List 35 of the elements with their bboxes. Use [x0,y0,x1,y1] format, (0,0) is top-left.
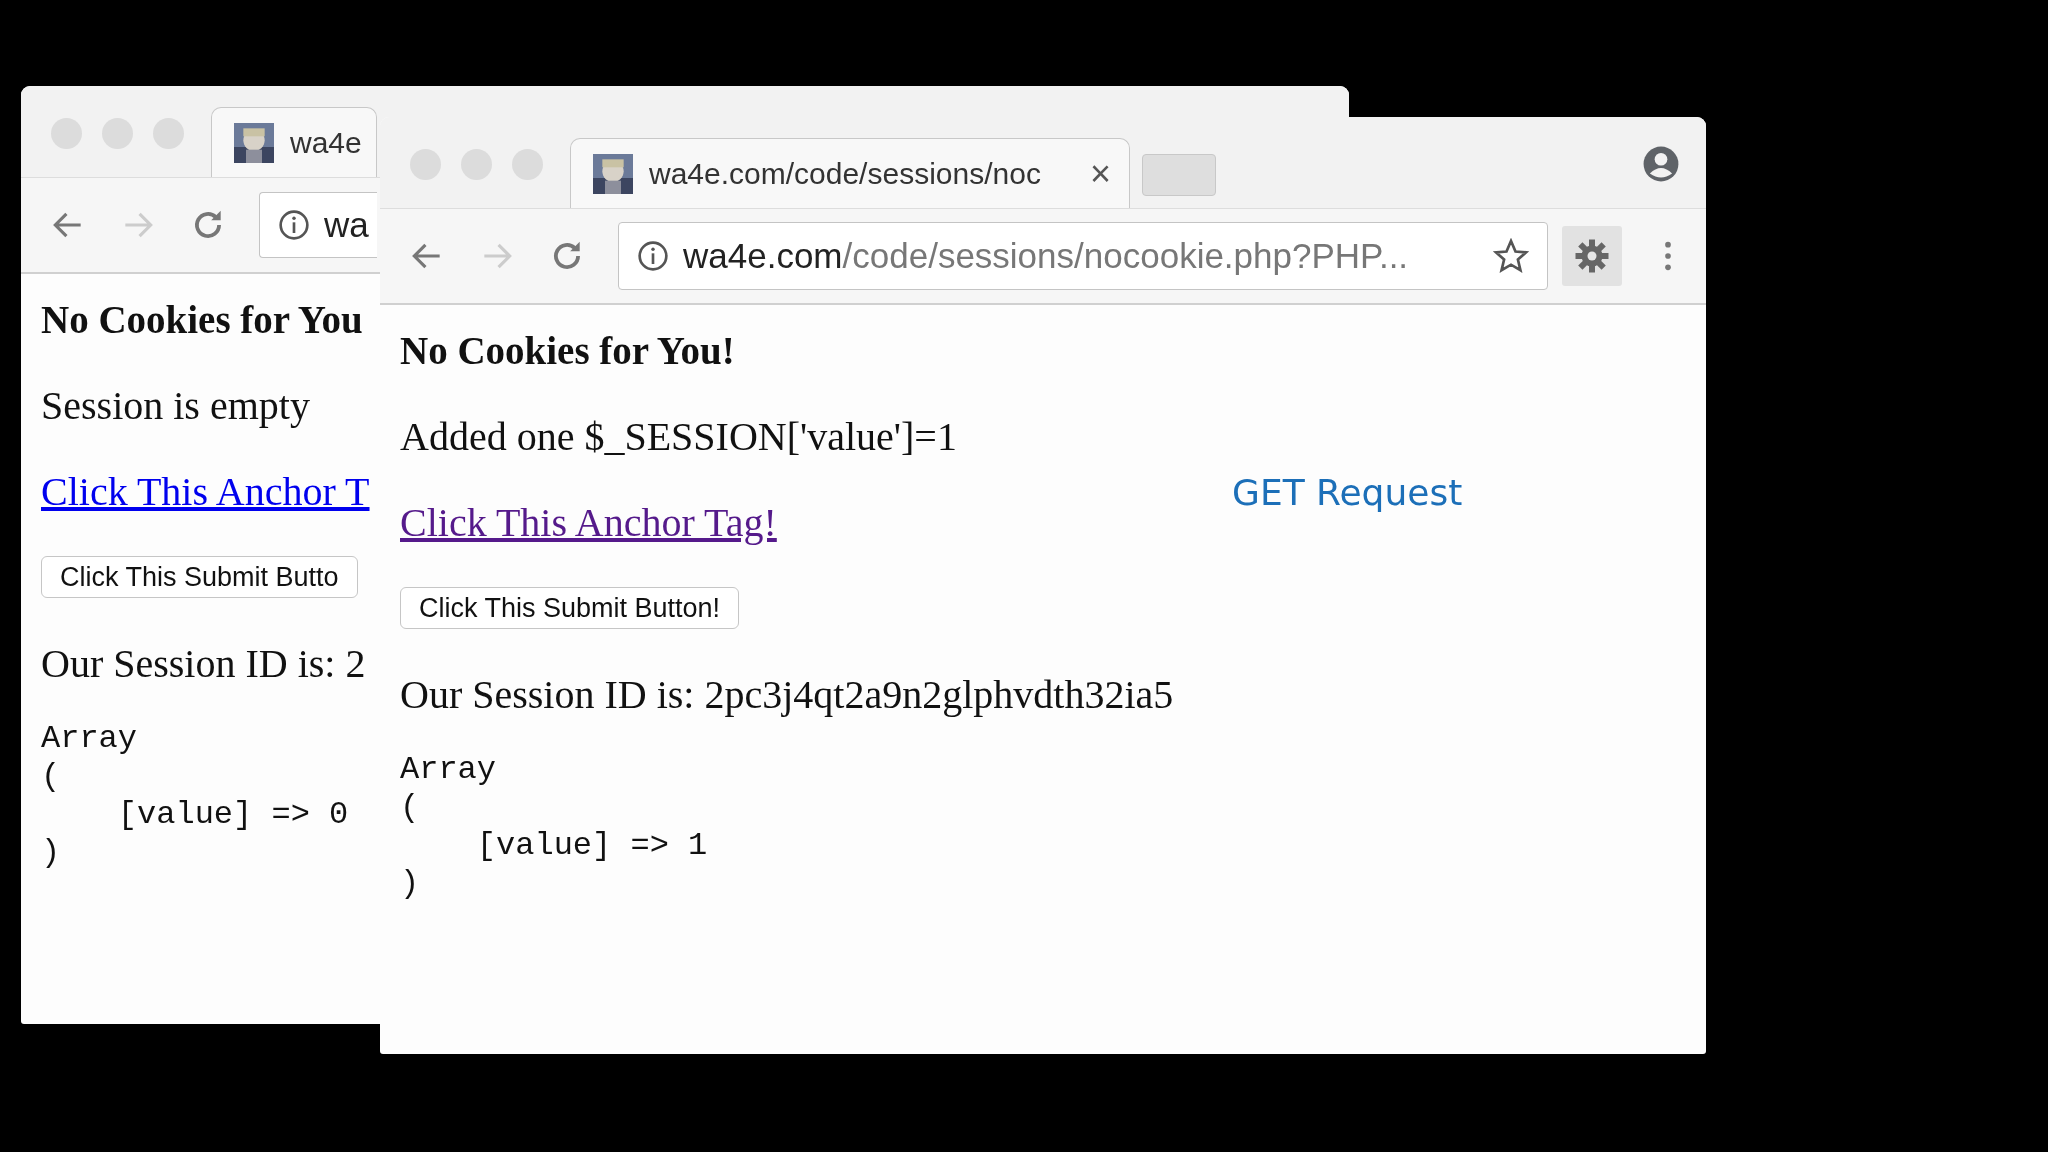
info-icon[interactable] [637,240,669,272]
tab-title: wa4e [290,125,363,160]
address-bar[interactable]: wa [259,192,377,258]
page-heading: No Cookies for You! [400,327,735,373]
submit-button[interactable]: Click This Submit Button! [400,587,740,629]
code-line: ) [41,834,61,871]
profile-icon[interactable] [1642,145,1680,183]
anchor-link[interactable]: Click This Anchor T [41,467,370,515]
tab-title: wa4e.com/code/sessions/noc [649,156,1042,191]
anchor-link[interactable]: Click This Anchor Tag! [400,498,777,546]
code-line: ( [41,758,61,795]
submit-button[interactable]: Click This Submit Butto [41,556,358,598]
session-message: Session is empty [41,381,310,429]
address-bar[interactable]: wa4e.com/code/sessions/nocookie.php?PHP... [618,222,1548,290]
code-line: ( [400,789,420,826]
session-id-text: Our Session ID is: 2 [41,639,366,687]
close-tab-button[interactable]: × [1089,152,1111,195]
page-heading: No Cookies for You [41,296,363,342]
gear-icon[interactable] [1574,238,1610,274]
browser-tab[interactable]: wa4e [211,107,377,177]
menu-icon[interactable] [1662,239,1674,273]
slide-caption: GET Request [1232,472,1463,513]
browser-tab[interactable]: wa4e.com/code/sessions/noc × [570,138,1130,208]
info-icon[interactable] [278,209,310,241]
code-line: ) [400,865,420,902]
bookmark-star-icon[interactable] [1493,238,1529,274]
session-message: Added one $_SESSION['value']=1 [400,412,957,460]
code-line: Array [41,720,137,757]
settings-button[interactable] [1562,226,1622,286]
url-text: wa4e.com/code/sessions/nocookie.php?PHP... [683,236,1410,276]
code-line: Array [400,751,496,788]
code-line: [value] => 1 [475,827,708,864]
url-text: wa [324,205,370,245]
session-id-text: Our Session ID is: 2pc3j4qt2a9n2glphvdth32ia5 [400,670,1174,718]
code-line: [value] => 0 [116,796,349,833]
